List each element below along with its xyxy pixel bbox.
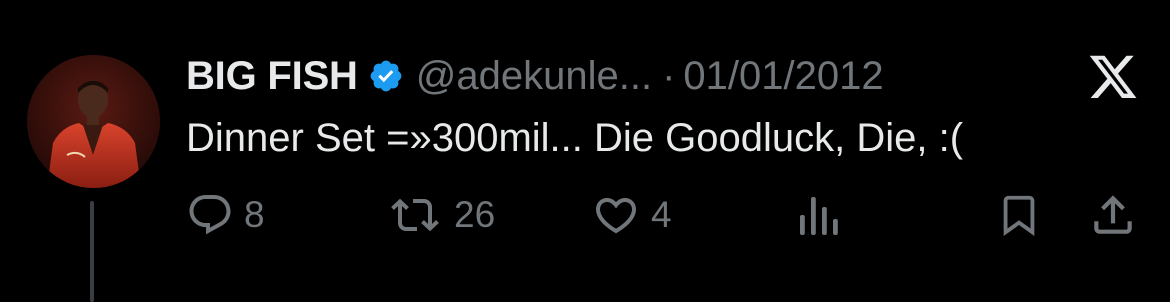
bookmark-icon <box>1003 195 1035 236</box>
tweet-date[interactable]: 01/01/2012 <box>683 54 883 99</box>
tweet-header: BIG FISH @adekunle... · 01/01/2012 <box>186 48 884 104</box>
tweet-action-bar: 8 26 4 <box>0 190 1170 240</box>
like-count: 4 <box>651 194 672 235</box>
retweet-count: 26 <box>454 194 496 235</box>
views-button[interactable] <box>796 190 840 240</box>
retweet-button[interactable]: 26 <box>386 190 495 240</box>
reply-count: 8 <box>244 194 265 235</box>
reply-icon <box>189 195 231 235</box>
bookmark-button[interactable] <box>996 190 1042 240</box>
share-icon <box>1094 195 1132 234</box>
reply-button[interactable]: 8 <box>186 190 265 240</box>
retweet-icon <box>391 198 439 232</box>
tweet-text: Dinner Set =»300mil... Die Goodluck, Die… <box>186 116 964 160</box>
share-button[interactable] <box>1088 190 1138 240</box>
avatar[interactable] <box>27 55 160 188</box>
separator-dot: · <box>662 53 676 98</box>
verified-badge-icon <box>368 58 404 94</box>
like-button[interactable]: 4 <box>591 190 672 240</box>
avatar-image <box>27 55 160 188</box>
views-chart-icon <box>800 197 838 235</box>
x-logo-icon <box>1087 55 1139 103</box>
user-handle[interactable]: @adekunle... <box>416 54 652 99</box>
display-name[interactable]: BIG FISH <box>186 54 358 99</box>
heart-icon <box>595 198 637 234</box>
